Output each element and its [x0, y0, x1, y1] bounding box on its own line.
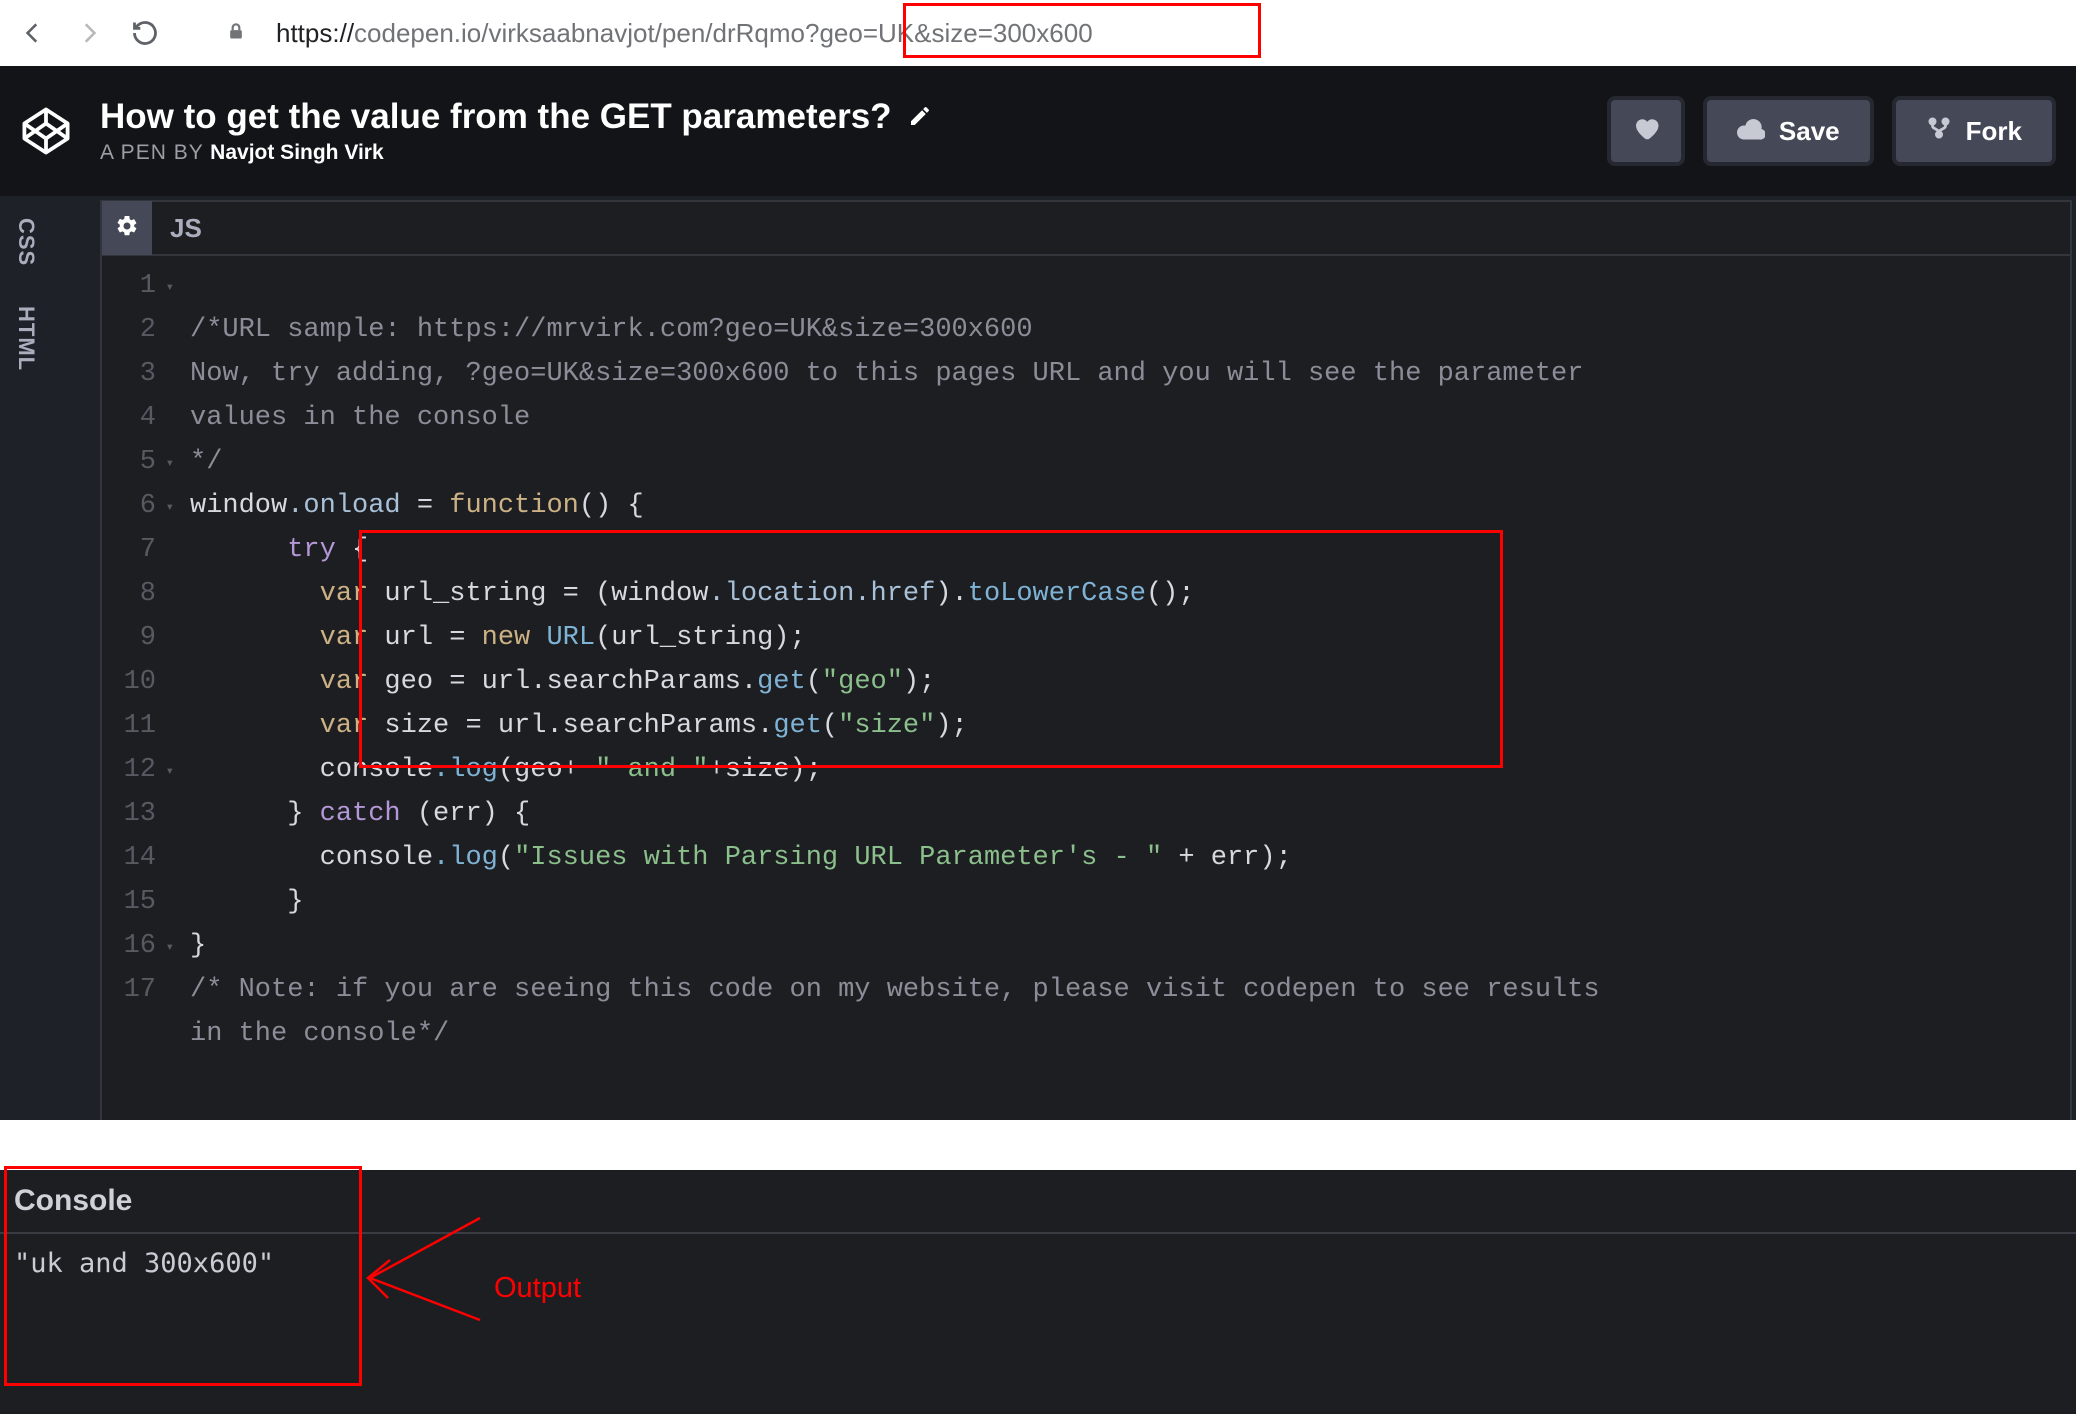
tab-js[interactable]: JS — [170, 213, 202, 244]
editor-panel: JS 1 2 3 4 5 6 7 8 9 10 11 12 13 14 15 1… — [100, 200, 2072, 1184]
codepen-logo-icon[interactable] — [16, 101, 76, 161]
editor-settings-button[interactable] — [102, 201, 152, 255]
url-scheme: https:// — [276, 18, 354, 49]
reload-button[interactable] — [130, 18, 160, 48]
edit-title-icon[interactable] — [908, 97, 932, 137]
back-button[interactable] — [18, 18, 48, 48]
line-gutter: 1 2 3 4 5 6 7 8 9 10 11 12 13 14 15 16 1… — [102, 264, 166, 1144]
gear-icon — [115, 214, 139, 243]
fork-button[interactable]: Fork — [1892, 96, 2056, 166]
lock-icon — [226, 19, 246, 48]
console-panel: Console "uk and 300x600" Output — [0, 1170, 2076, 1414]
fork-icon — [1926, 115, 1952, 148]
heart-icon — [1631, 113, 1661, 150]
code-editor[interactable]: 1 2 3 4 5 6 7 8 9 10 11 12 13 14 15 16 1… — [102, 256, 2070, 1182]
pen-author: A PEN BY Navjot Singh Virk — [100, 141, 1607, 165]
save-button[interactable]: Save — [1703, 96, 1874, 166]
code-content[interactable]: /*URL sample: https://mrvirk.com?geo=UK&… — [166, 264, 1616, 1144]
console-title: Console — [0, 1170, 2076, 1228]
annotation-output-label: Output — [494, 1272, 581, 1305]
url-path: codepen.io/virksaabnavjot/pen/drRqmo?geo… — [354, 18, 1093, 49]
cloud-icon — [1737, 116, 1765, 147]
page-title: How to get the value from the GET parame… — [100, 97, 1607, 137]
preview-pane — [0, 1120, 2076, 1170]
like-button[interactable] — [1607, 96, 1685, 166]
forward-button[interactable] — [74, 18, 104, 48]
divider — [0, 1232, 2076, 1234]
app-header: How to get the value from the GET parame… — [0, 66, 2076, 196]
sidebar-tab-html[interactable]: HTML — [13, 306, 39, 371]
sidebar: CSS HTML — [0, 200, 52, 371]
sidebar-tab-css[interactable]: CSS — [13, 218, 39, 266]
console-output: "uk and 300x600" — [0, 1248, 2076, 1279]
address-bar[interactable]: https://codepen.io/virksaabnavjot/pen/dr… — [276, 18, 1093, 49]
browser-bar: https://codepen.io/virksaabnavjot/pen/dr… — [0, 0, 2076, 66]
